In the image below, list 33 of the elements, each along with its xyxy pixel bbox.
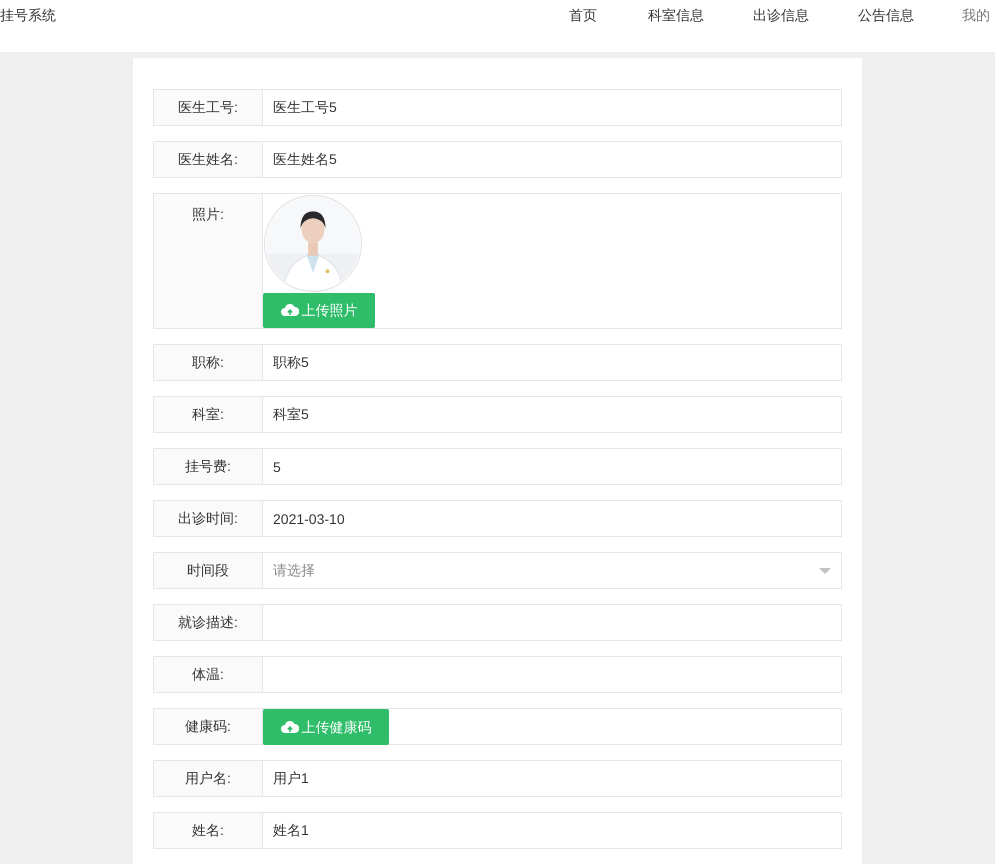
- input-field[interactable]: 职称5: [263, 344, 842, 381]
- field-label: 医生姓名:: [153, 141, 263, 178]
- field-label: 体温:: [153, 656, 263, 693]
- input-field[interactable]: 医生工号5: [263, 89, 842, 126]
- field-label: 挂号费:: [153, 448, 263, 485]
- input-field[interactable]: 医生姓名5: [263, 141, 842, 178]
- nav-link[interactable]: 科室信息: [648, 5, 753, 26]
- input-field[interactable]: 姓名1: [263, 812, 842, 849]
- input-field[interactable]: 2021-03-10: [263, 500, 842, 537]
- site-title: 挂号系统: [0, 6, 56, 25]
- field-label: 职称:: [153, 344, 263, 381]
- input-field[interactable]: 5: [263, 448, 842, 485]
- input-field[interactable]: [263, 656, 842, 693]
- dropdown-arrow-icon: [819, 568, 831, 574]
- cloud-upload-icon: [280, 720, 298, 734]
- nav-link[interactable]: 公告信息: [858, 5, 962, 26]
- field-label: 用户名:: [153, 760, 263, 797]
- input-field[interactable]: [263, 604, 842, 641]
- nav-link[interactable]: 我的: [962, 5, 995, 26]
- field-label: 姓名:: [153, 812, 263, 849]
- field-label: 就诊描述:: [153, 604, 263, 641]
- nav-link[interactable]: 出诊信息: [753, 5, 858, 26]
- cloud-upload-icon: [280, 303, 298, 318]
- input-field[interactable]: 用户1: [263, 760, 842, 797]
- field-label: 照片:: [153, 193, 263, 329]
- field-label: 时间段: [153, 552, 263, 589]
- field-label: 出诊时间:: [153, 500, 263, 537]
- field-label: 科室:: [153, 396, 263, 433]
- nav-link[interactable]: 首页: [569, 5, 648, 26]
- input-field[interactable]: 科室5: [263, 396, 842, 433]
- field-label: 健康码:: [153, 708, 263, 745]
- field-label: 医生工号:: [153, 89, 263, 126]
- select-field[interactable]: 请选择: [263, 552, 842, 589]
